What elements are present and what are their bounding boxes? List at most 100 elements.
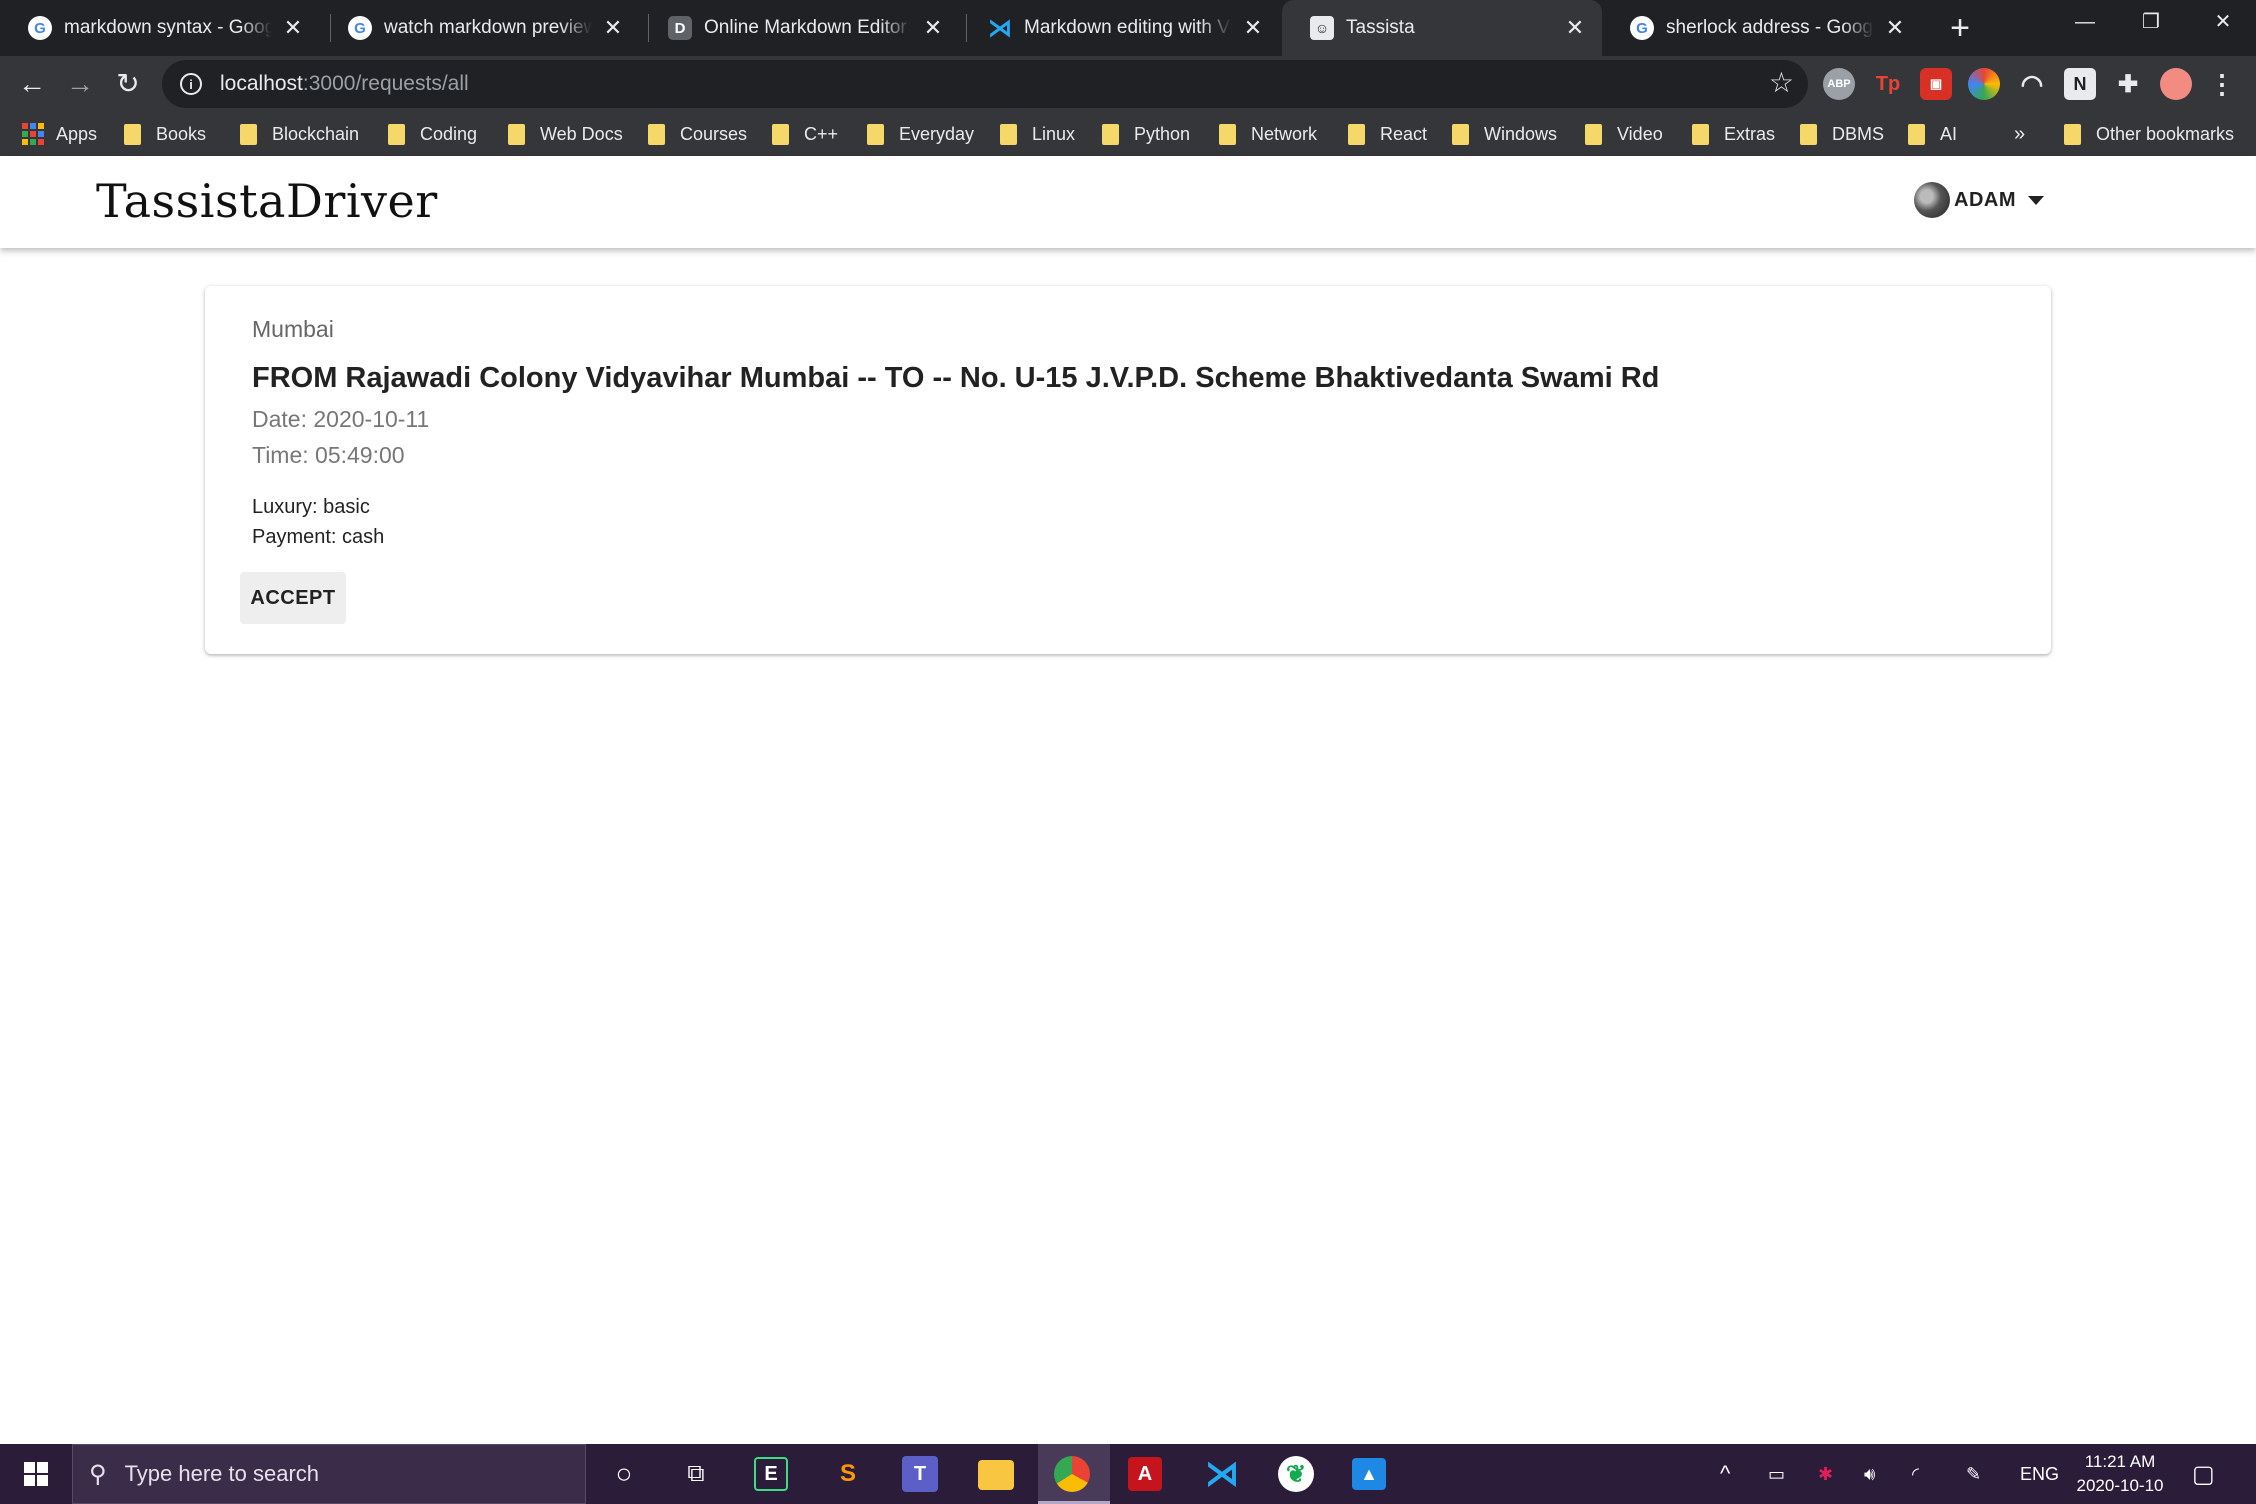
accept-button[interactable]: ACCEPT [240, 572, 346, 624]
bookmark-folder[interactable]: Python [1102, 112, 1190, 156]
address-bar[interactable]: i localhost:3000/requests/all ☆ [162, 60, 1808, 108]
arc-extension-icon[interactable]: ◠ [2016, 68, 2048, 100]
forward-icon[interactable]: → [58, 62, 102, 106]
close-icon[interactable]: ✕ [1884, 15, 1906, 41]
bookmark-folder[interactable]: AI [1908, 112, 1957, 156]
reload-icon[interactable]: ↻ [106, 62, 150, 106]
close-icon[interactable]: ✕ [602, 15, 624, 41]
bookmark-apps[interactable]: Apps [22, 112, 97, 156]
bookmark-folder[interactable]: Everyday [867, 112, 974, 156]
extension-icon[interactable]: ▣ [1920, 68, 1952, 100]
profile-avatar[interactable] [2160, 68, 2192, 100]
folder-icon [1585, 123, 1602, 145]
google-icon: G [348, 16, 372, 40]
bookmarks-overflow-button[interactable]: » [2014, 112, 2025, 156]
bookmark-folder[interactable]: React [1348, 112, 1427, 156]
other-bookmarks-folder[interactable]: Other bookmarks [2064, 112, 2234, 156]
bookmark-folder[interactable]: Books [124, 112, 206, 156]
tab-title: watch markdown preview - [384, 17, 592, 38]
vscode-taskbar-icon[interactable]: ⋊ [1202, 1454, 1242, 1494]
close-icon[interactable]: ✕ [922, 15, 944, 41]
wifi-icon[interactable]: ◜ [1912, 1444, 1919, 1504]
request-route: FROM Rajawadi Colony Vidyavihar Mumbai -… [252, 362, 1660, 394]
folder-icon [240, 123, 257, 145]
minimize-icon[interactable]: — [2052, 0, 2118, 46]
folder-icon [1908, 123, 1925, 145]
folder-icon [1452, 123, 1469, 145]
bookmark-folder[interactable]: Coding [388, 112, 477, 156]
browser-tab[interactable]: ⋊ Markdown editing with Visu ✕ [960, 0, 1280, 56]
brand-logo[interactable]: TassistaDriver [96, 174, 438, 228]
folder-icon [648, 123, 665, 145]
browser-tab[interactable]: G sherlock address - Google S ✕ [1602, 0, 1922, 56]
user-menu[interactable]: ADAM [1914, 182, 2044, 218]
bookmark-folder[interactable]: Network [1219, 112, 1317, 156]
request-payment: Payment: cash [252, 526, 385, 548]
start-button[interactable] [0, 1444, 72, 1504]
bookmark-folder[interactable]: Courses [648, 112, 747, 156]
notion-icon[interactable]: N [2064, 68, 2096, 100]
tab-title: Markdown editing with Visu [1024, 17, 1232, 38]
folder-icon [124, 123, 141, 145]
chrome-icon[interactable] [1054, 1456, 1090, 1492]
bookmark-folder[interactable]: DBMS [1800, 112, 1884, 156]
mongodb-compass-icon[interactable]: ❦ [1278, 1456, 1314, 1492]
back-icon[interactable]: ← [10, 62, 54, 106]
tab-title: sherlock address - Google S [1666, 17, 1874, 38]
slack-icon[interactable]: ✱ [1818, 1444, 1833, 1504]
google-icon: G [28, 16, 52, 40]
bookmark-folder[interactable]: Blockchain [240, 112, 359, 156]
browser-tab-active[interactable]: ☺ Tassista ✕ [1282, 0, 1602, 56]
close-window-icon[interactable]: ✕ [2190, 0, 2256, 46]
teams-icon[interactable]: T [902, 1456, 938, 1492]
browser-tab[interactable]: D Online Markdown Editor - D ✕ [640, 0, 960, 56]
tab-title: Tassista [1346, 17, 1415, 38]
bookmark-folder[interactable]: Video [1585, 112, 1663, 156]
menu-kebab-icon[interactable]: ⋮ [2206, 68, 2238, 100]
language-indicator[interactable]: ENG [2020, 1444, 2059, 1504]
new-tab-icon[interactable]: + [1940, 8, 1980, 48]
folder-icon [1800, 123, 1817, 145]
restore-icon[interactable]: ❐ [2118, 0, 2184, 46]
bookmark-folder[interactable]: Extras [1692, 112, 1775, 156]
puzzle-icon[interactable]: ✚ [2112, 68, 2144, 100]
tassista-icon: ☺ [1310, 16, 1334, 40]
bookmark-folder[interactable]: Windows [1452, 112, 1557, 156]
taskbar-search-box[interactable]: ⚲ Type here to search [72, 1444, 586, 1504]
bookmark-folder[interactable]: Linux [1000, 112, 1075, 156]
notifications-icon[interactable]: ▢ [2192, 1444, 2215, 1504]
editor-app-icon[interactable]: E [754, 1457, 788, 1491]
bookmark-star-icon[interactable]: ☆ [1769, 66, 1794, 99]
photos-icon[interactable]: ▲ [1352, 1458, 1386, 1490]
request-time: Time: 05:49:00 [252, 442, 405, 468]
task-view-icon[interactable]: ⧉ [676, 1454, 716, 1494]
cortana-icon[interactable]: ○ [604, 1454, 644, 1494]
folder-icon [1348, 123, 1365, 145]
sublime-text-icon[interactable]: S [828, 1454, 868, 1494]
folder-icon [2064, 123, 2081, 145]
color-picker-icon[interactable] [1968, 68, 2000, 100]
close-icon[interactable]: ✕ [1564, 15, 1586, 41]
battery-icon[interactable]: ▭ [1768, 1444, 1785, 1504]
pen-icon[interactable]: ✎ [1966, 1444, 1981, 1504]
show-hidden-icons[interactable]: ^ [1720, 1444, 1730, 1504]
tp-extension-icon[interactable]: Tp [1872, 68, 1904, 100]
file-explorer-icon[interactable] [978, 1460, 1014, 1490]
bookmark-folder[interactable]: C++ [772, 112, 838, 156]
browser-tab[interactable]: G markdown syntax - Google ✕ [0, 0, 320, 56]
apps-grid-icon [22, 123, 44, 145]
tab-title: Online Markdown Editor - D [704, 17, 912, 38]
close-icon[interactable]: ✕ [282, 15, 304, 41]
app-header: TassistaDriver ADAM [0, 156, 2256, 248]
bookmark-folder[interactable]: Web Docs [508, 112, 623, 156]
request-date: Date: 2020-10-11 [252, 406, 430, 432]
adblock-icon[interactable]: ABP [1823, 68, 1855, 100]
volume-icon[interactable]: 🔊︎ [1864, 1444, 1875, 1504]
system-clock[interactable]: 11:21 AM 2020-10-10 [2060, 1450, 2180, 1498]
ride-request-card: Mumbai FROM Rajawadi Colony Vidyavihar M… [205, 286, 2051, 654]
browser-tab[interactable]: G watch markdown preview - ✕ [320, 0, 640, 56]
info-icon[interactable]: i [180, 73, 202, 95]
caret-down-icon [2028, 195, 2044, 205]
acrobat-icon[interactable]: A [1128, 1457, 1162, 1491]
close-icon[interactable]: ✕ [1242, 15, 1264, 41]
